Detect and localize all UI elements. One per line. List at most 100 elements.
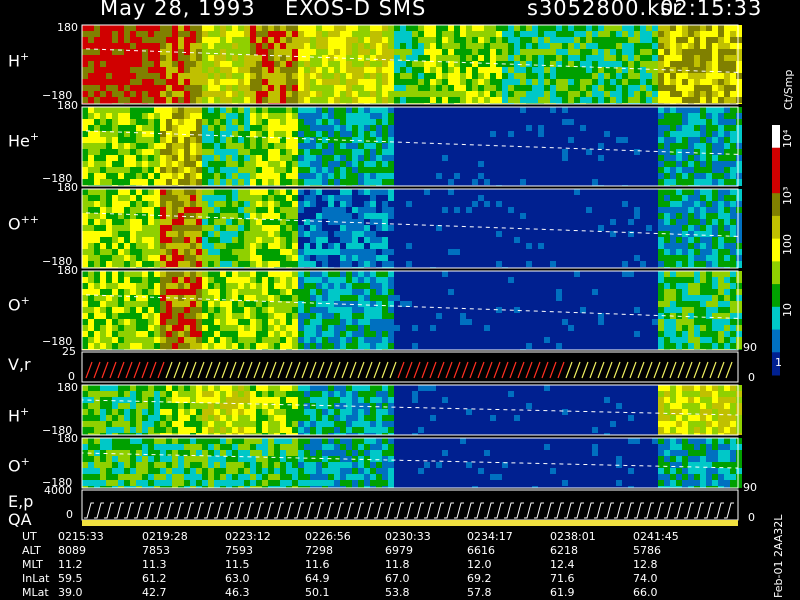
o1-cell <box>166 301 172 307</box>
o1-cell <box>112 271 118 277</box>
h1-cell <box>232 79 238 85</box>
he-cell <box>658 107 664 113</box>
o1-cell <box>196 271 202 277</box>
opp-cell <box>352 249 358 255</box>
he-cell <box>712 149 718 155</box>
h1-cell <box>712 43 718 49</box>
opp-cell <box>226 231 232 237</box>
opp-cell <box>706 237 712 243</box>
he-cell <box>100 119 106 125</box>
he-cell <box>382 107 388 113</box>
opp-cell <box>658 207 664 213</box>
he-cell <box>232 155 238 161</box>
h1-cell <box>502 97 508 103</box>
opp-cell <box>544 243 550 249</box>
opp-cell <box>718 255 724 261</box>
he-cell <box>160 173 166 179</box>
h1-cell <box>616 37 622 43</box>
he-cell <box>670 125 676 131</box>
h2-cell <box>154 403 160 409</box>
opp-cell <box>448 255 454 261</box>
h1-cell <box>238 31 244 37</box>
he-cell <box>430 155 436 161</box>
opp-cell <box>460 195 466 201</box>
h1-cell <box>520 91 526 97</box>
he-cell <box>94 179 100 185</box>
h1-cell <box>610 61 616 67</box>
opp-cell <box>346 201 352 207</box>
h2-cell <box>172 403 178 409</box>
opp-cell <box>166 261 172 267</box>
opp-cell <box>718 219 724 225</box>
o1-cell <box>358 295 364 301</box>
o1-cell <box>658 295 664 301</box>
opp-cell <box>454 249 460 255</box>
o1-cell <box>232 271 238 277</box>
he-cell <box>316 113 322 119</box>
h1-cell <box>100 25 106 31</box>
h1-cell <box>238 67 244 73</box>
he-cell <box>436 107 442 113</box>
opp-cell <box>172 195 178 201</box>
opp-cell <box>376 225 382 231</box>
o1-cell <box>178 283 184 289</box>
he-cell <box>160 125 166 131</box>
h1-cell <box>190 97 196 103</box>
h1-cell <box>136 79 142 85</box>
h1-cell <box>334 73 340 79</box>
he-cell <box>328 119 334 125</box>
o1-cell <box>106 277 112 283</box>
h1-cell <box>160 97 166 103</box>
o1-cell <box>682 277 688 283</box>
h1-cell <box>250 61 256 67</box>
o1-cell <box>340 331 346 337</box>
opp-cell <box>280 249 286 255</box>
he-cell <box>346 167 352 173</box>
opp-cell <box>298 213 304 219</box>
he-cell <box>292 131 298 137</box>
h1-cell <box>334 67 340 73</box>
opp-cell <box>226 219 232 225</box>
h2-cell <box>202 415 208 421</box>
h1-cell <box>358 49 364 55</box>
opp-cell <box>262 219 268 225</box>
he-cell <box>658 167 664 173</box>
opp-cell <box>322 201 328 207</box>
opp-cell <box>304 261 310 267</box>
o1-cell <box>574 271 580 277</box>
h1-cell <box>112 79 118 85</box>
he-cell <box>736 161 742 167</box>
h1-cell <box>280 43 286 49</box>
o1-cell <box>94 289 100 295</box>
he-cell <box>250 125 256 131</box>
o1-cell <box>322 337 328 343</box>
h1-cell <box>82 85 88 91</box>
h1-cell <box>94 85 100 91</box>
o1-cell <box>376 277 382 283</box>
he-cell <box>370 179 376 185</box>
opp-cell <box>724 225 730 231</box>
opp-cell <box>676 213 682 219</box>
h1-cell <box>394 97 400 103</box>
opp-cell <box>412 237 418 243</box>
h1-cell <box>88 67 94 73</box>
h1-cell <box>736 61 742 67</box>
he-cell <box>304 113 310 119</box>
opp-cell <box>160 225 166 231</box>
opp-cell <box>118 249 124 255</box>
he-cell <box>304 119 310 125</box>
h1-cell <box>106 31 112 37</box>
h1-cell <box>310 97 316 103</box>
opp-cell <box>226 201 232 207</box>
o1-cell <box>286 271 292 277</box>
h1-cell <box>196 37 202 43</box>
h1-cell <box>658 37 664 43</box>
h1-cell <box>166 37 172 43</box>
o1-cell <box>724 319 730 325</box>
o1-cell <box>694 277 700 283</box>
h1-cell <box>370 49 376 55</box>
o1-cell <box>136 343 142 349</box>
opp-cell <box>220 219 226 225</box>
o1-cell <box>124 307 130 313</box>
he-cell <box>208 107 214 113</box>
